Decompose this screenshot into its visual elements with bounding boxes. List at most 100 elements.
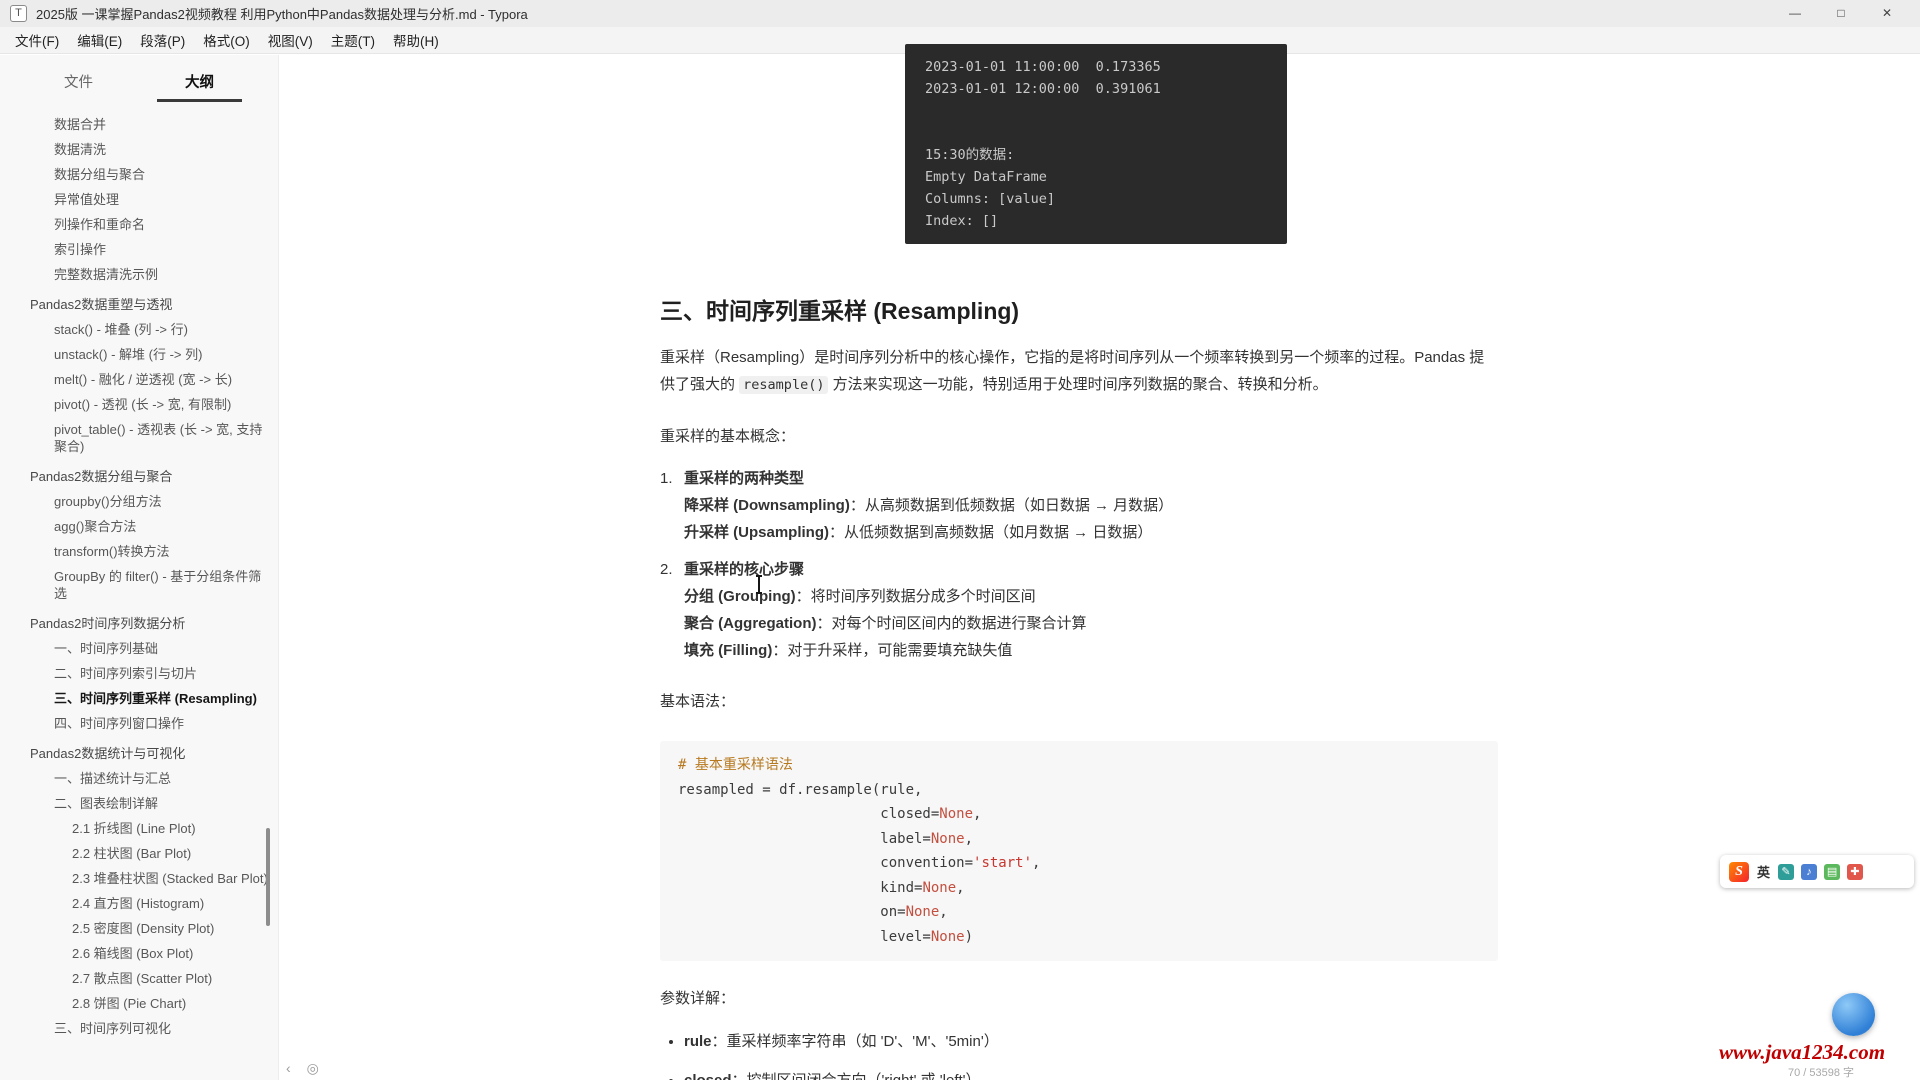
outline-item[interactable]: 数据清洗 bbox=[0, 137, 278, 162]
sidebar-tab-文件[interactable]: 文件 bbox=[36, 71, 121, 102]
outline-item[interactable]: 2.4 直方图 (Histogram) bbox=[0, 891, 278, 916]
outline-item[interactable]: transform()转换方法 bbox=[0, 539, 278, 564]
menu-item[interactable]: 编辑(E) bbox=[68, 30, 131, 50]
editor-document[interactable]: 2023-01-01 11:00:00 0.173365 2023-01-01 1… bbox=[660, 44, 1498, 1080]
outline-item[interactable]: 一、描述统计与汇总 bbox=[0, 766, 278, 791]
outline-item[interactable]: 2.5 密度图 (Density Plot) bbox=[0, 916, 278, 941]
outline-item[interactable]: 数据合并 bbox=[0, 112, 278, 137]
outline-item[interactable]: pivot() - 透视 (长 -> 宽, 有限制) bbox=[0, 392, 278, 417]
menu-item[interactable]: 文件(F) bbox=[6, 30, 68, 50]
code-line: kind=None, bbox=[678, 876, 1480, 901]
typora-window: T 2025版 一课掌握Pandas2视频教程 利用Python中Pandas数… bbox=[0, 0, 1920, 1080]
ime-icons: ✎ ♪ ▤ ✚ bbox=[1778, 863, 1864, 880]
outline-item[interactable]: 2.8 饼图 (Pie Chart) bbox=[0, 991, 278, 1016]
concept-term: 填充 (Filling) bbox=[684, 642, 773, 659]
outline-item[interactable]: 列操作和重命名 bbox=[0, 212, 278, 237]
outline-item[interactable]: 异常值处理 bbox=[0, 187, 278, 212]
concept-term: 聚合 (Aggregation) bbox=[684, 615, 817, 632]
ime-toolbar[interactable]: S 英 ✎ ♪ ▤ ✚ bbox=[1720, 855, 1914, 888]
word-count-label: 70 / 53598 字 bbox=[1788, 1067, 1855, 1079]
concept-line: 升采样 (Upsampling)：从低频数据到高频数据（如月数据 → 日数据） bbox=[684, 524, 1153, 541]
watermark-text: www.java1234.com bbox=[1719, 1040, 1886, 1064]
outline-item[interactable]: Pandas2数据重塑与透视 bbox=[0, 292, 278, 317]
console-line: 2023-01-01 11:00:00 0.173365 bbox=[925, 59, 1161, 75]
ime-mode-label[interactable]: 英 bbox=[1757, 862, 1770, 881]
outline-item[interactable]: stack() - 堆叠 (列 -> 行) bbox=[0, 317, 278, 342]
text-cursor bbox=[756, 575, 762, 594]
outline-item[interactable]: pivot_table() - 透视表 (长 -> 宽, 支持聚合) bbox=[0, 417, 278, 459]
outline-item[interactable]: agg()聚合方法 bbox=[0, 514, 278, 539]
sidebar: 文件 大纲 数据合并 数据清洗 数据分组与聚合 异常值处理 列操作和重命名 索引操作 完整数据… bbox=[0, 55, 279, 1080]
code-block[interactable]: # 基本重采样语法 resampled = df.resample(rule, c… bbox=[660, 741, 1498, 961]
concepts-label[interactable]: 重采样的基本概念： bbox=[660, 423, 1498, 450]
outline-nav-icon[interactable]: ◎ bbox=[307, 1060, 319, 1077]
outline-item[interactable]: melt() - 融化 / 逆透视 (宽 -> 长) bbox=[0, 367, 278, 392]
code-line: level=None) bbox=[678, 925, 1480, 950]
code-line: resampled = df.resample(rule, bbox=[678, 778, 1480, 803]
outline-item[interactable]: 二、时间序列索引与切片 bbox=[0, 661, 278, 686]
console-line: Empty DataFrame bbox=[925, 169, 1047, 185]
outline-item[interactable]: 三、时间序列重采样 (Resampling) bbox=[0, 686, 278, 711]
concept-line: 填充 (Filling)：对于升采样，可能需要填充缺失值 bbox=[684, 642, 1013, 659]
outline-item[interactable]: 一、时间序列基础 bbox=[0, 636, 278, 661]
param-term: rule bbox=[684, 1033, 712, 1050]
outline-item[interactable]: 2.3 堆叠柱状图 (Stacked Bar Plot) bbox=[0, 866, 278, 891]
outline-item[interactable]: 四、时间序列窗口操作 bbox=[0, 711, 278, 736]
concept-title: 重采样的两种类型 bbox=[684, 470, 805, 487]
code-token: None bbox=[930, 830, 965, 847]
sidebar-collapse-icon[interactable]: ‹ bbox=[286, 1060, 291, 1077]
titlebar: T 2025版 一课掌握Pandas2视频教程 利用Python中Pandas数… bbox=[0, 0, 1920, 27]
window-controls: — □ ✕ bbox=[1772, 0, 1910, 27]
syntax-label[interactable]: 基本语法： bbox=[660, 688, 1498, 715]
intro-paragraph[interactable]: 重采样（Resampling）是时间序列分析中的核心操作，它指的是将时间序列从一… bbox=[660, 344, 1498, 399]
outline-item[interactable]: unstack() - 解堆 (行 -> 列) bbox=[0, 342, 278, 367]
menu-item[interactable]: 格式(O) bbox=[194, 30, 259, 50]
floating-app-badge[interactable] bbox=[1832, 993, 1875, 1036]
keyboard-icon[interactable]: ▤ bbox=[1824, 863, 1841, 880]
outline-item[interactable]: Pandas2时间序列数据分析 bbox=[0, 611, 278, 636]
pen-icon[interactable]: ✎ bbox=[1778, 863, 1795, 880]
outline-item[interactable]: 2.7 散点图 (Scatter Plot) bbox=[0, 966, 278, 991]
code-line: # 基本重采样语法 bbox=[678, 753, 1480, 778]
window-title: 2025版 一课掌握Pandas2视频教程 利用Python中Pandas数据处… bbox=[36, 7, 528, 22]
menu-item[interactable]: 帮助(H) bbox=[384, 30, 448, 50]
outline-item[interactable]: 2.1 折线图 (Line Plot) bbox=[0, 816, 278, 841]
outline-item[interactable]: 完整数据清洗示例 bbox=[0, 262, 278, 287]
outline-item[interactable]: GroupBy 的 filter() - 基于分组条件筛选 bbox=[0, 564, 278, 606]
code-token: None bbox=[930, 928, 965, 945]
concept-term: 分组 (Grouping) bbox=[684, 588, 796, 605]
mic-icon[interactable]: ♪ bbox=[1801, 863, 1818, 880]
console-line: Index: [] bbox=[925, 213, 999, 229]
intro-text-post: 方法来实现这一功能，特别适用于处理时间序列数据的聚合、转换和分析。 bbox=[828, 376, 1328, 393]
outline-item[interactable]: 二、图表绘制详解 bbox=[0, 791, 278, 816]
menu-item[interactable]: 视图(V) bbox=[259, 30, 322, 50]
sogou-logo-icon[interactable]: S bbox=[1729, 861, 1749, 882]
outline-item[interactable]: Pandas2数据分组与聚合 bbox=[0, 464, 278, 489]
concept-item[interactable]: 2. 重采样的核心步骤 分组 (Grouping)：将时间序列数据分成多个时间区间聚… bbox=[660, 556, 1498, 664]
outline-item[interactable]: Pandas2数据统计与可视化 bbox=[0, 741, 278, 766]
code-token: 'start' bbox=[973, 855, 1033, 871]
concept-body: 重采样的两种类型 降采样 (Downsampling)：从高频数据到低频数据（如日… bbox=[684, 465, 1173, 546]
code-token: , bbox=[1032, 855, 1041, 871]
outline-item[interactable]: 2.6 箱线图 (Box Plot) bbox=[0, 941, 278, 966]
outline-item[interactable]: 2.2 柱状图 (Bar Plot) bbox=[0, 841, 278, 866]
code-token: # 基本重采样语法 bbox=[678, 757, 793, 773]
sidebar-tab-大纲[interactable]: 大纲 bbox=[157, 71, 242, 102]
list-number: 1. bbox=[660, 470, 673, 487]
outline-item[interactable]: 三、时间序列可视化 bbox=[0, 1016, 278, 1041]
maximize-button[interactable]: □ bbox=[1818, 0, 1864, 27]
concept-line: 分组 (Grouping)：将时间序列数据分成多个时间区间 bbox=[684, 588, 1036, 605]
outline-item[interactable]: groupby()分组方法 bbox=[0, 489, 278, 514]
outline-item[interactable]: 索引操作 bbox=[0, 237, 278, 262]
section-heading[interactable]: 三、时间序列重采样 (Resampling) bbox=[660, 296, 1498, 326]
sidebar-scrollbar[interactable] bbox=[266, 828, 270, 926]
code-token: , bbox=[939, 904, 948, 920]
params-label[interactable]: 参数详解： bbox=[660, 985, 1498, 1012]
outline-item[interactable]: 数据分组与聚合 bbox=[0, 162, 278, 187]
menu-item[interactable]: 主题(T) bbox=[322, 30, 384, 50]
concept-item[interactable]: 1. 重采样的两种类型 降采样 (Downsampling)：从高频数据到低频数据（… bbox=[660, 465, 1498, 546]
toolbox-icon[interactable]: ✚ bbox=[1847, 863, 1864, 880]
minimize-button[interactable]: — bbox=[1772, 0, 1818, 27]
close-button[interactable]: ✕ bbox=[1864, 0, 1910, 27]
menu-item[interactable]: 段落(P) bbox=[131, 30, 194, 50]
